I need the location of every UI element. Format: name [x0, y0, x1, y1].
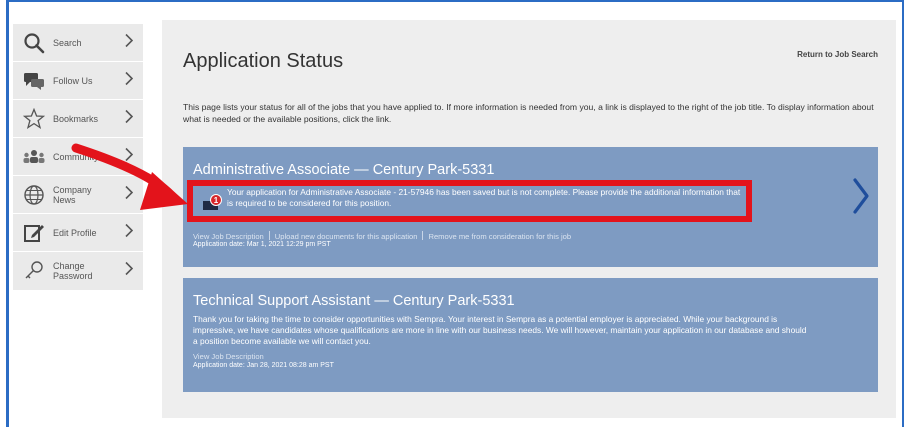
divider — [268, 231, 270, 240]
sidebar-item-bookmarks[interactable]: Bookmarks — [13, 100, 143, 138]
chevron-right-icon — [125, 147, 134, 166]
chevron-right-icon — [125, 261, 134, 281]
chevron-right-icon — [125, 33, 134, 52]
globe-icon — [21, 182, 47, 208]
edit-icon — [21, 220, 47, 246]
sidebar-item-change-password[interactable]: Change Password — [13, 252, 143, 290]
chevron-right-icon — [125, 223, 134, 242]
sidebar: Search Follow Us Bookmarks Community Com… — [13, 24, 143, 290]
application-card[interactable]: Administrative Associate — Century Park-… — [183, 147, 878, 267]
main-panel: Application Status Return to Job Search … — [162, 20, 896, 418]
search-icon — [21, 30, 47, 56]
status-message: Your application for Administrative Asso… — [227, 187, 741, 208]
sidebar-item-label: Bookmarks — [53, 113, 99, 124]
chevron-right-icon — [125, 71, 134, 90]
sidebar-item-label: Change Password — [53, 261, 93, 281]
return-to-job-search-link[interactable]: Return to Job Search — [797, 50, 878, 59]
sidebar-item-company-news[interactable]: Company News — [13, 176, 143, 214]
sidebar-item-search[interactable]: Search — [13, 24, 143, 62]
status-message-highlight: 1 Your application for Administrative As… — [187, 180, 752, 222]
application-message: Thank you for taking the time to conside… — [193, 314, 807, 346]
star-icon — [21, 106, 47, 132]
sidebar-item-label: Community — [53, 151, 99, 162]
notification-badge: 1 — [210, 194, 222, 206]
application-title: Administrative Associate — Century Park-… — [193, 162, 495, 178]
remove-from-consideration-link[interactable]: Remove me from consideration for this jo… — [428, 232, 571, 241]
sidebar-item-follow-us[interactable]: Follow Us — [13, 62, 143, 100]
notification-icon: 1 — [201, 194, 222, 210]
application-links: View Job Description Upload new documents… — [193, 231, 571, 241]
chevron-right-icon — [125, 109, 134, 128]
key-icon — [21, 258, 47, 284]
window-border-left — [6, 0, 9, 427]
upload-documents-link[interactable]: Upload new documents for this applicatio… — [275, 232, 418, 241]
sidebar-item-label: Search — [53, 37, 82, 48]
chevron-right-icon — [125, 185, 134, 204]
sidebar-item-label: Follow Us — [53, 75, 93, 86]
sidebar-item-label: Company News — [53, 184, 92, 205]
sidebar-item-community[interactable]: Community — [13, 138, 143, 176]
chevron-right-icon[interactable] — [852, 177, 870, 220]
application-card: Technical Support Assistant — Century Pa… — [183, 278, 878, 392]
intro-text: This page lists your status for all of t… — [183, 102, 874, 124]
divider — [422, 231, 424, 240]
page-title: Application Status — [183, 50, 344, 72]
view-job-description-link[interactable]: View Job Description — [193, 352, 264, 361]
application-title: Technical Support Assistant — Century Pa… — [193, 293, 515, 309]
sidebar-item-label: Edit Profile — [53, 227, 97, 238]
view-job-description-link[interactable]: View Job Description — [193, 232, 264, 241]
application-date: Application date: Mar 1, 2021 12:29 pm P… — [193, 241, 331, 248]
chat-bubbles-icon — [21, 68, 47, 94]
window-border-top — [6, 0, 904, 2]
sidebar-item-edit-profile[interactable]: Edit Profile — [13, 214, 143, 252]
people-icon — [21, 144, 47, 170]
application-date: Application date: Jan 28, 2021 08:28 am … — [193, 362, 334, 369]
